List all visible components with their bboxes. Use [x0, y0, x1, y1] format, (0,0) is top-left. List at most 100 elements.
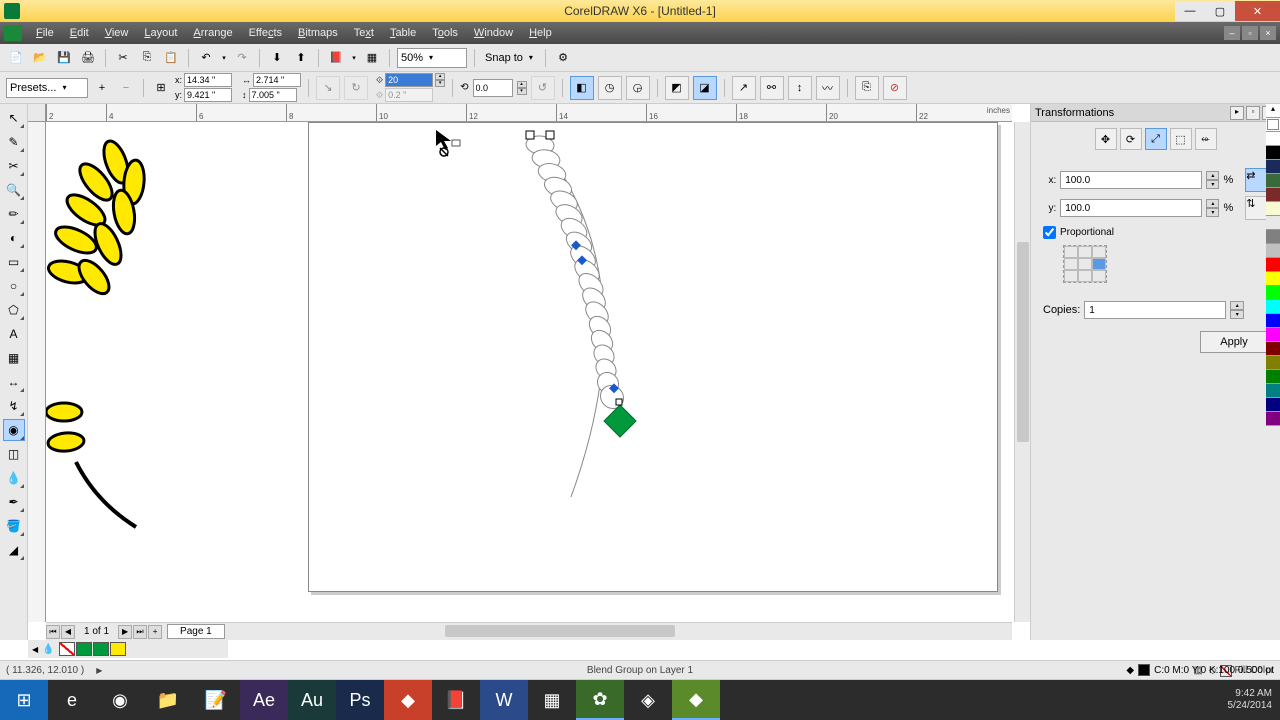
page-next-button[interactable]: ▶: [118, 625, 132, 639]
pick-tool[interactable]: ↖: [3, 107, 25, 129]
copies-input[interactable]: [1084, 301, 1226, 319]
app-menu-icon[interactable]: [4, 25, 22, 41]
system-tray[interactable]: 9:42 AM 5/24/2014: [1220, 688, 1280, 712]
table-tool[interactable]: ▦: [3, 347, 25, 369]
taskbar-ie[interactable]: e: [48, 680, 96, 720]
taskbar-explorer[interactable]: 📁: [144, 680, 192, 720]
color-swatch[interactable]: [1266, 300, 1280, 314]
horizontal-ruler[interactable]: 2 4 6 8 10 12 14 16 18 20 22 inches: [46, 104, 1012, 122]
color-swatch[interactable]: [1266, 258, 1280, 272]
docker-expand-button[interactable]: ▫: [1246, 106, 1260, 120]
taskbar-ps[interactable]: Ps: [336, 680, 384, 720]
accel-sizing-button[interactable]: ↗: [732, 76, 756, 100]
direct-blend-button[interactable]: ◧: [570, 76, 594, 100]
transparency-tool[interactable]: ◫: [3, 443, 25, 465]
add-preset-button[interactable]: +: [92, 78, 112, 98]
vertical-scrollbar[interactable]: [1014, 122, 1030, 622]
menu-effects[interactable]: Effects: [241, 25, 290, 41]
transform-scale-tab[interactable]: ⤢: [1145, 128, 1167, 150]
undo-dropdown[interactable]: ▾: [220, 48, 228, 68]
page-last-button[interactable]: ⏭: [133, 625, 147, 639]
paste-button[interactable]: 📋: [161, 48, 181, 68]
redo-button[interactable]: ↷: [232, 48, 252, 68]
dimension-tool[interactable]: ↔: [3, 371, 25, 393]
counterclockwise-blend-button[interactable]: ◶: [626, 76, 650, 100]
color-accel-button[interactable]: ◪: [693, 76, 717, 100]
mdi-minimize[interactable]: –: [1224, 26, 1240, 40]
scale-x-input[interactable]: [1060, 171, 1202, 189]
minimize-button[interactable]: —: [1175, 1, 1205, 21]
blend-steps-input[interactable]: [385, 73, 433, 87]
color-swatch[interactable]: [1266, 132, 1280, 146]
height-input[interactable]: [249, 88, 297, 102]
snap-combo[interactable]: Snap to▾: [482, 48, 538, 68]
blend-tool[interactable]: ◉: [3, 419, 25, 441]
color-swatch[interactable]: [1266, 314, 1280, 328]
scale-y-input[interactable]: [1060, 199, 1202, 217]
presets-combo[interactable]: Presets...▾: [6, 78, 88, 98]
add-page-button[interactable]: +: [148, 625, 162, 639]
taskbar-chrome[interactable]: ◉: [96, 680, 144, 720]
cut-button[interactable]: ✂: [113, 48, 133, 68]
save-button[interactable]: 💾: [54, 48, 74, 68]
print-button[interactable]: 🖨: [78, 48, 98, 68]
loop-blend-button[interactable]: ↺: [531, 76, 555, 100]
eyedropper-tool[interactable]: 💧: [3, 467, 25, 489]
mirror-h-button[interactable]: ⇄: [1245, 168, 1268, 192]
menu-file[interactable]: File: [28, 25, 62, 41]
open-button[interactable]: 📂: [30, 48, 50, 68]
crop-tool[interactable]: ✂: [3, 155, 25, 177]
apply-button[interactable]: Apply: [1200, 331, 1268, 353]
palette-scroll-up[interactable]: ▴: [1266, 104, 1280, 118]
blend-direction-input[interactable]: [473, 79, 513, 97]
doc-swatch-green2[interactable]: [93, 642, 109, 656]
connector-tool[interactable]: ↯: [3, 395, 25, 417]
proportional-checkbox[interactable]: [1043, 226, 1056, 239]
taskbar-notepad[interactable]: 📝: [192, 680, 240, 720]
doc-palette-left[interactable]: ◀: [32, 645, 38, 654]
color-swatch[interactable]: [1266, 286, 1280, 300]
transform-rotate-tab[interactable]: ⟳: [1120, 128, 1142, 150]
doc-no-color[interactable]: [59, 642, 75, 656]
color-swatch[interactable]: [1266, 272, 1280, 286]
y-position-input[interactable]: [184, 88, 232, 102]
zoom-combo[interactable]: 50%▾: [397, 48, 467, 68]
page-first-button[interactable]: ⏮: [46, 625, 60, 639]
color-swatch[interactable]: [1266, 356, 1280, 370]
color-swatch[interactable]: [1266, 174, 1280, 188]
polygon-tool[interactable]: ⬠: [3, 299, 25, 321]
page-prev-button[interactable]: ◀: [61, 625, 75, 639]
taskbar-au[interactable]: Au: [288, 680, 336, 720]
menu-edit[interactable]: Edit: [62, 25, 97, 41]
interactive-fill-tool[interactable]: ◢: [3, 539, 25, 561]
start-end-button[interactable]: ↕: [788, 76, 812, 100]
taskbar-coreldraw[interactable]: ✿: [576, 680, 624, 720]
clockwise-blend-button[interactable]: ◷: [598, 76, 622, 100]
transform-size-tab[interactable]: ⬚: [1170, 128, 1192, 150]
maximize-button[interactable]: ▢: [1205, 1, 1235, 21]
path-properties-button[interactable]: 〰: [816, 76, 840, 100]
taskbar-word[interactable]: W: [480, 680, 528, 720]
vertical-ruler[interactable]: [28, 122, 46, 622]
color-swatch[interactable]: [1266, 230, 1280, 244]
zoom-tool[interactable]: 🔍: [3, 179, 25, 201]
doc-swatch-green[interactable]: [76, 642, 92, 656]
status-next-icon[interactable]: ▶: [96, 666, 102, 675]
color-swatch[interactable]: [1266, 244, 1280, 258]
menu-table[interactable]: Table: [382, 25, 424, 41]
menu-bitmaps[interactable]: Bitmaps: [290, 25, 346, 41]
text-tool[interactable]: A: [3, 323, 25, 345]
taskbar-app3[interactable]: ◈: [624, 680, 672, 720]
menu-window[interactable]: Window: [466, 25, 521, 41]
close-button[interactable]: ✕: [1235, 1, 1280, 21]
color-swatch[interactable]: [1266, 398, 1280, 412]
blend-spacing-input[interactable]: [385, 88, 433, 102]
undo-button[interactable]: ↶: [196, 48, 216, 68]
fill-tool[interactable]: 🪣: [3, 515, 25, 537]
copy-button[interactable]: ⎘: [137, 48, 157, 68]
shape-tool[interactable]: ✎: [3, 131, 25, 153]
taskbar-app4[interactable]: ◆: [672, 680, 720, 720]
clear-blend-button[interactable]: ⊘: [883, 76, 907, 100]
color-swatch[interactable]: [1266, 370, 1280, 384]
menu-view[interactable]: View: [97, 25, 137, 41]
